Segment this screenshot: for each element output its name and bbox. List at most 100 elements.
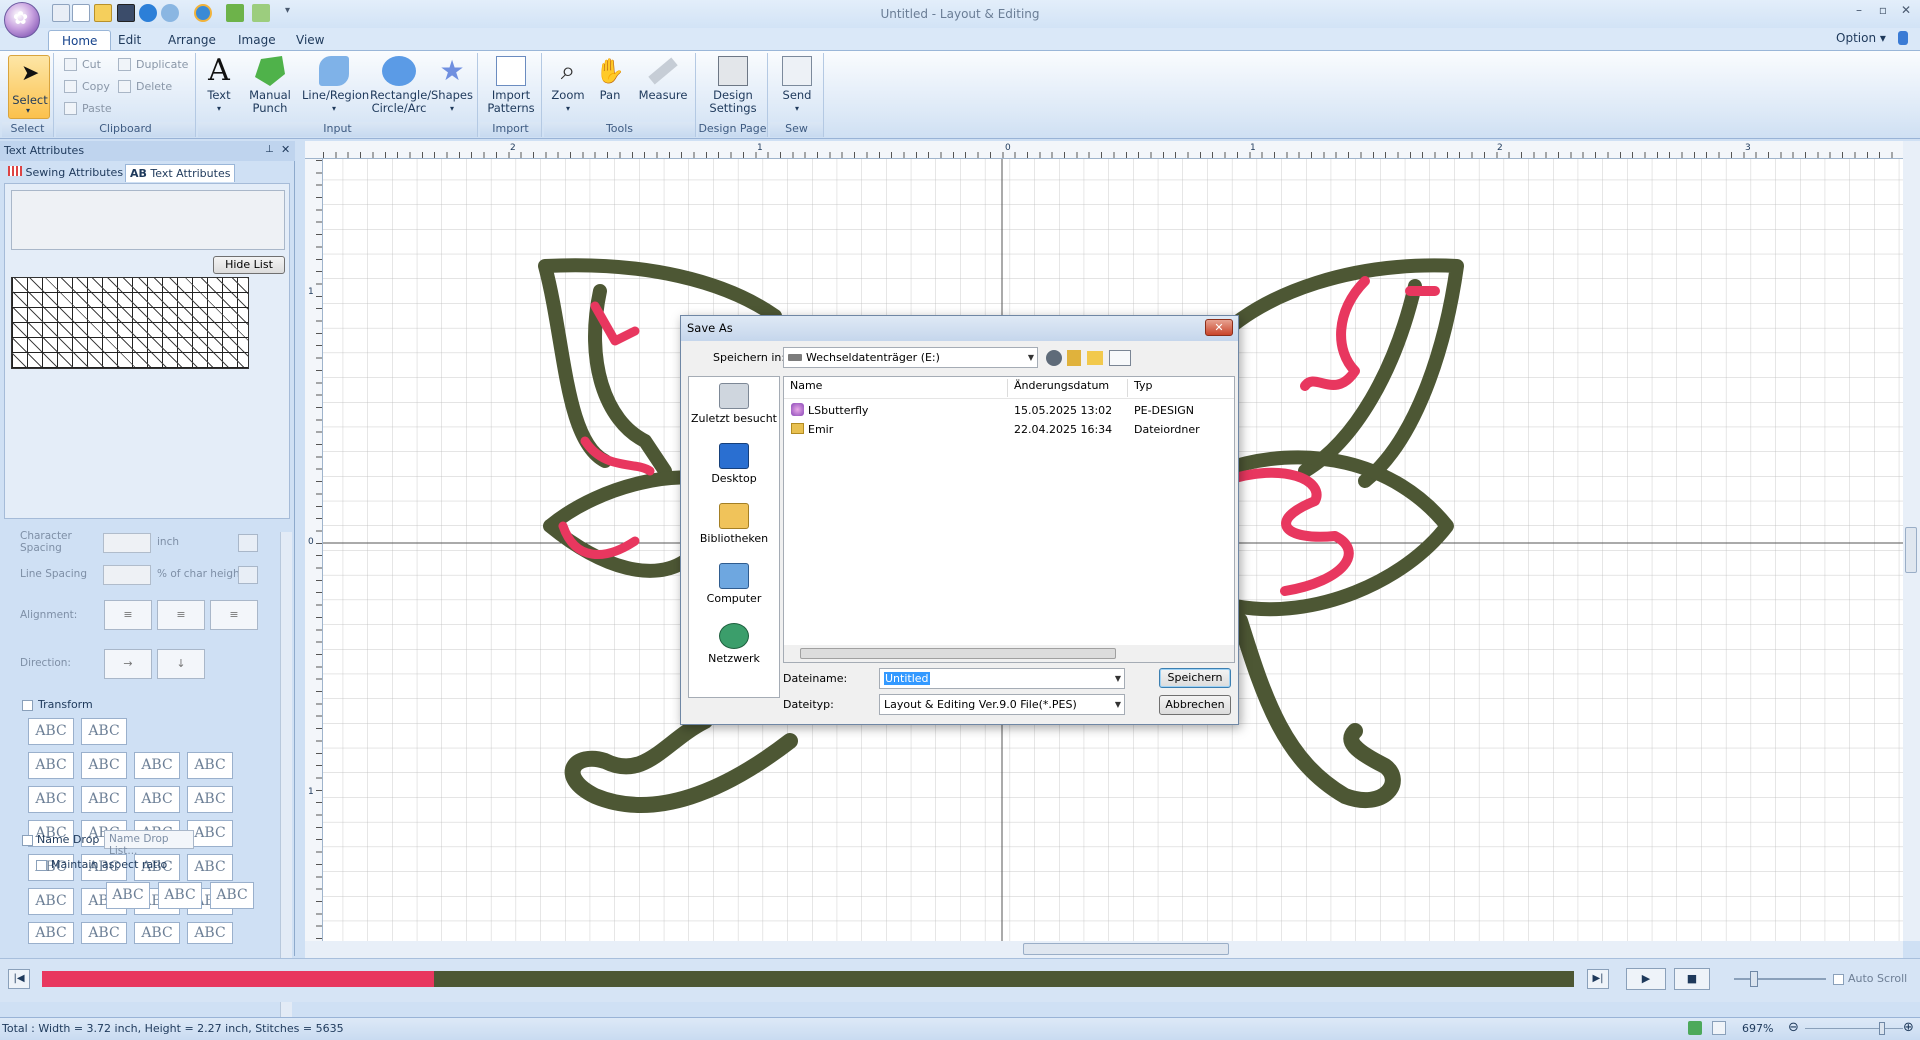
filetype-dropdown[interactable]: Layout & Editing Ver.9.0 File(*.PES) ▼ [879, 694, 1125, 715]
stitch-progress-bar[interactable] [42, 971, 1574, 987]
delete-button[interactable]: Delete [116, 77, 172, 97]
canvas-vertical-scrollbar[interactable] [1903, 141, 1920, 941]
back-icon[interactable] [1046, 350, 1062, 366]
paste-button[interactable]: Paste [62, 99, 112, 119]
realistic-view-icon[interactable] [1688, 1021, 1702, 1035]
stop-icon[interactable]: ■ [1674, 968, 1710, 990]
place-computer[interactable]: Computer [689, 563, 779, 605]
transform-preset[interactable]: ABC [187, 922, 233, 944]
align-right-button[interactable]: ≡ [210, 600, 258, 630]
transform-preset[interactable]: ABC [28, 888, 74, 915]
transform-preset[interactable]: ABC [134, 752, 180, 779]
transform-preset[interactable]: ABC [28, 922, 74, 944]
pan-button[interactable]: ✋ Pan [592, 56, 628, 102]
place-libraries[interactable]: Bibliotheken [689, 503, 779, 545]
tab-home[interactable]: Home [48, 30, 112, 50]
name-drop-preset[interactable]: ABC [106, 882, 150, 909]
rectangle-circle-arc-button[interactable]: Rectangle/Circle/Arc [370, 56, 431, 115]
zoom-out-icon[interactable]: ⊖ [1788, 1020, 1799, 1035]
dialog-close-button[interactable]: ✕ [1205, 319, 1233, 336]
tab-view[interactable]: View [283, 30, 337, 50]
new-folder-icon[interactable] [1087, 351, 1103, 365]
place-recent[interactable]: Zuletzt besucht [689, 383, 779, 425]
send-button[interactable]: Send ▾ [774, 56, 820, 115]
text-button[interactable]: A Text ▾ [202, 56, 236, 115]
direction-vertical-button[interactable]: ↓ [157, 649, 205, 679]
canvas-horizontal-scrollbar[interactable] [305, 941, 1903, 958]
transform-preset[interactable]: ABC [187, 786, 233, 813]
align-left-button[interactable]: ≡ [104, 600, 152, 630]
file-list-scroll-thumb[interactable] [800, 648, 1116, 659]
line-region-button[interactable]: Line/Region ▾ [302, 56, 369, 115]
cut-button[interactable]: Cut [62, 55, 101, 75]
save-button[interactable]: Speichern [1159, 668, 1231, 688]
hide-list-button[interactable]: Hide List [213, 256, 285, 274]
tab-sewing-attributes[interactable]: Sewing Attributes [4, 164, 127, 182]
line-spacing-input[interactable] [103, 565, 151, 585]
speed-slider-thumb[interactable] [1750, 971, 1758, 987]
file-list-hscroll[interactable] [784, 645, 1234, 662]
play-icon[interactable]: ▶ [1626, 968, 1666, 990]
pin-icon[interactable]: ⊥ [265, 144, 274, 155]
horizontal-scroll-thumb[interactable] [1023, 943, 1229, 955]
transform-preset[interactable]: ABC [28, 786, 74, 813]
transform-preset[interactable]: ABC [81, 752, 127, 779]
manual-punch-button[interactable]: Manual Punch [248, 56, 292, 115]
zoom-button[interactable]: ⌕ Zoom ▾ [548, 56, 588, 115]
tab-text-attributes[interactable]: AB Text Attributes [125, 164, 236, 182]
direction-horizontal-button[interactable]: → [104, 649, 152, 679]
panel-close-icon[interactable]: ✕ [281, 143, 290, 156]
save-in-dropdown[interactable]: Wechseldatenträger (E:) ▼ [783, 347, 1038, 368]
transform-preset[interactable]: ABC [134, 786, 180, 813]
tab-edit[interactable]: Edit [105, 30, 154, 50]
design-settings-button[interactable]: Design Settings [703, 56, 763, 115]
help-icon[interactable] [1898, 31, 1908, 45]
skip-end-icon[interactable]: ▶| [1587, 969, 1609, 989]
transform-preset[interactable]: ABC [187, 854, 233, 881]
import-patterns-button[interactable]: Import Patterns [482, 56, 540, 115]
cancel-button[interactable]: Abbrechen [1159, 695, 1231, 715]
column-type[interactable]: Typ [1128, 379, 1234, 397]
shapes-button[interactable]: ★ Shapes ▾ [430, 56, 474, 115]
application-menu-button[interactable]: ✿ [4, 2, 40, 38]
name-drop-preset[interactable]: ABC [210, 882, 254, 909]
zoom-slider[interactable] [1805, 1028, 1903, 1029]
character-spacing-input[interactable] [103, 533, 151, 553]
transform-preset[interactable]: ABC [81, 718, 127, 745]
filename-input[interactable]: Untitled ▼ [879, 668, 1125, 689]
option-menu[interactable]: Option ▾ [1836, 31, 1886, 45]
minimize-button[interactable]: – [1846, 3, 1872, 21]
file-row[interactable]: Emir 22.04.2025 16:34 Dateiordner [784, 421, 1234, 439]
stitch-pattern-grid[interactable] [11, 277, 249, 369]
transform-preset[interactable]: ABC [187, 752, 233, 779]
up-folder-icon[interactable] [1067, 350, 1081, 366]
zoom-slider-thumb[interactable] [1879, 1022, 1885, 1035]
vertical-scroll-thumb[interactable] [1905, 527, 1917, 573]
transform-checkbox[interactable] [22, 700, 33, 711]
copy-button[interactable]: Copy [62, 77, 110, 97]
zoom-in-icon[interactable]: ⊕ [1903, 1020, 1914, 1035]
file-list[interactable]: Name Änderungsdatum Typ LSbutterfly 15.0… [783, 376, 1235, 663]
char-spacing-reset-icon[interactable] [238, 534, 258, 552]
tab-arrange[interactable]: Arrange [155, 30, 229, 50]
place-network[interactable]: Netzwerk [689, 623, 779, 665]
transform-preset[interactable]: ABC [81, 922, 127, 944]
file-row[interactable]: LSbutterfly 15.05.2025 13:02 PE-DESIGN [784, 402, 1234, 420]
align-center-button[interactable]: ≡ [157, 600, 205, 630]
speed-slider[interactable] [1734, 978, 1826, 980]
page-view-icon[interactable] [1712, 1021, 1726, 1035]
close-button[interactable]: ✕ [1893, 3, 1919, 21]
transform-preset[interactable]: ABC [28, 752, 74, 779]
view-menu-icon[interactable] [1109, 350, 1131, 366]
name-drop-checkbox[interactable] [22, 835, 33, 846]
name-drop-preset[interactable]: ABC [158, 882, 202, 909]
select-button[interactable]: ➤ Select ▾ [8, 55, 50, 119]
column-name[interactable]: Name [784, 379, 1008, 397]
measure-button[interactable]: Measure [638, 56, 688, 102]
column-date[interactable]: Änderungsdatum [1008, 379, 1128, 397]
auto-scroll-checkbox[interactable] [1833, 974, 1844, 985]
place-desktop[interactable]: Desktop [689, 443, 779, 485]
transform-preset[interactable]: ABC [28, 718, 74, 745]
transform-preset[interactable]: ABC [134, 922, 180, 944]
skip-start-icon[interactable]: |◀ [8, 969, 30, 989]
